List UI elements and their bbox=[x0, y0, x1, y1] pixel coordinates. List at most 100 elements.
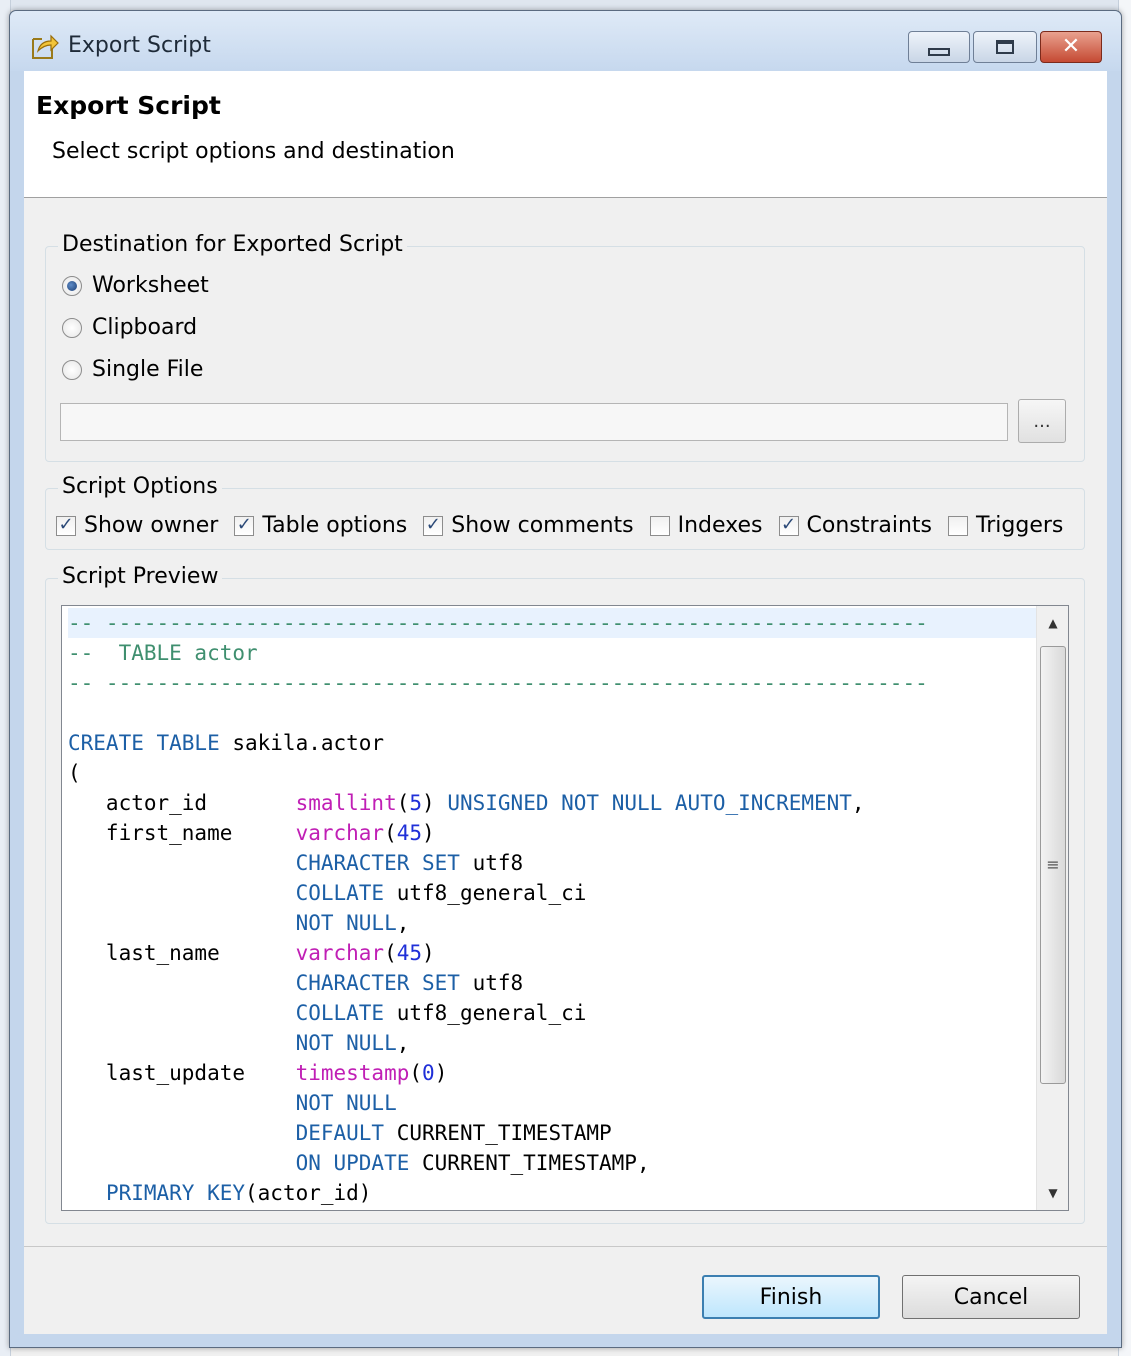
radio-single-file[interactable]: Single File bbox=[62, 357, 203, 382]
radio-label: Worksheet bbox=[92, 273, 209, 298]
code-line: -- TABLE actor bbox=[68, 638, 1036, 668]
destination-group: Destination for Exported Script Workshee… bbox=[45, 232, 1085, 462]
checkbox-show-owner[interactable]: ✓ Show owner bbox=[56, 513, 218, 538]
page-subtitle: Select script options and destination bbox=[52, 139, 455, 164]
checkbox-table-options[interactable]: ✓ Table options bbox=[234, 513, 407, 538]
code-token: CURRENT_TIMESTAMP bbox=[384, 1121, 612, 1145]
checkbox-indexes[interactable]: Indexes bbox=[649, 513, 763, 538]
file-path-field[interactable] bbox=[60, 403, 1008, 441]
checkbox-label: Table options bbox=[262, 513, 408, 538]
vertical-scrollbar[interactable]: ▲ ≡ ▼ bbox=[1036, 606, 1068, 1210]
code-token: ( bbox=[68, 761, 81, 785]
scrollbar-thumb[interactable]: ≡ bbox=[1040, 646, 1066, 1084]
checkbox[interactable]: ✓ bbox=[778, 515, 799, 536]
code-token: 5 bbox=[409, 791, 423, 815]
minimize-button[interactable] bbox=[908, 31, 970, 63]
code-token: ) bbox=[422, 821, 435, 845]
check-icon: ✓ bbox=[236, 513, 252, 535]
checkbox[interactable] bbox=[948, 515, 969, 536]
code-token: -- TABLE actor bbox=[68, 641, 258, 665]
code-token: 0 bbox=[422, 1061, 435, 1085]
checkbox-show-comments[interactable]: ✓ Show comments bbox=[423, 513, 634, 538]
code-text[interactable]: -- -------------------------------------… bbox=[68, 608, 1036, 1208]
dialog-content: Destination for Exported Script Workshee… bbox=[24, 198, 1107, 1334]
code-token: , bbox=[396, 1031, 410, 1055]
code-token: utf8 bbox=[459, 851, 524, 875]
code-token: (actor_id) bbox=[245, 1181, 372, 1205]
code-line: NOT NULL, bbox=[68, 908, 1036, 938]
code-line: DEFAULT CURRENT_TIMESTAMP bbox=[68, 1118, 1036, 1148]
code-token: COLLATE bbox=[295, 1001, 385, 1025]
code-token: last_name bbox=[68, 941, 296, 965]
checkbox-constraints[interactable]: ✓ Constraints bbox=[778, 513, 933, 538]
checkbox[interactable]: ✓ bbox=[423, 513, 444, 536]
code-token: NOT NULL bbox=[295, 1091, 397, 1115]
checkbox[interactable]: ✓ bbox=[56, 513, 76, 536]
code-token: utf8 bbox=[459, 971, 524, 995]
radio-worksheet[interactable]: Worksheet bbox=[62, 273, 209, 298]
radio-label: Clipboard bbox=[92, 315, 198, 340]
code-token: DEFAULT bbox=[295, 1121, 385, 1145]
checkbox[interactable] bbox=[649, 515, 670, 536]
code-token: NOT NULL bbox=[295, 911, 397, 935]
checkbox-label: Constraints bbox=[806, 513, 933, 538]
code-token: ON UPDATE bbox=[295, 1151, 410, 1175]
page-title: Export Script bbox=[36, 91, 221, 120]
script-preview-legend: Script Preview bbox=[58, 564, 223, 589]
checkbox-label: Show owner bbox=[84, 513, 219, 538]
code-line: ON UPDATE CURRENT_TIMESTAMP, bbox=[68, 1148, 1036, 1178]
code-line: last_update timestamp(0) bbox=[68, 1058, 1036, 1088]
scroll-down-icon[interactable]: ▼ bbox=[1037, 1178, 1068, 1208]
code-token: CHARACTER SET bbox=[295, 971, 460, 995]
code-token: sakila.actor bbox=[219, 731, 385, 755]
code-line: PRIMARY KEY(actor_id) bbox=[68, 1178, 1036, 1208]
close-icon: ✕ bbox=[1061, 34, 1081, 59]
code-token: ( bbox=[409, 1061, 423, 1085]
code-line: ( bbox=[68, 758, 1036, 788]
code-token: first_name bbox=[68, 821, 296, 845]
radio-button[interactable] bbox=[62, 359, 82, 380]
script-options-group: Script Options ✓ Show owner ✓ Table opti… bbox=[45, 474, 1085, 550]
code-token: , bbox=[851, 791, 865, 815]
code-line: NOT NULL bbox=[68, 1088, 1036, 1118]
close-button[interactable]: ✕ bbox=[1040, 31, 1102, 63]
script-options-row: ✓ Show owner ✓ Table options ✓ Show comm… bbox=[56, 513, 1079, 538]
maximize-button[interactable] bbox=[973, 31, 1037, 63]
code-token: ) bbox=[422, 941, 435, 965]
script-preview-editor[interactable]: -- -------------------------------------… bbox=[61, 605, 1069, 1211]
radio-button[interactable] bbox=[62, 317, 82, 338]
finish-button[interactable]: Finish bbox=[702, 1275, 880, 1319]
code-line: CHARACTER SET utf8 bbox=[68, 968, 1036, 998]
code-token: utf8_general_ci bbox=[384, 1001, 587, 1025]
code-token: PRIMARY KEY bbox=[105, 1181, 246, 1205]
checkbox-label: Show comments bbox=[451, 513, 634, 538]
check-icon: ✓ bbox=[58, 513, 74, 535]
destination-legend: Destination for Exported Script bbox=[58, 232, 407, 257]
code-token: -- -------------------------------------… bbox=[68, 671, 928, 695]
code-line: -- -------------------------------------… bbox=[68, 608, 1036, 638]
code-token: -- -------------------------------------… bbox=[68, 611, 928, 635]
code-token: , bbox=[396, 911, 410, 935]
scroll-up-icon[interactable]: ▲ bbox=[1037, 608, 1068, 638]
radio-button[interactable] bbox=[62, 275, 82, 296]
browse-button[interactable]: ... bbox=[1018, 399, 1066, 443]
check-icon: ✓ bbox=[425, 513, 441, 535]
checkbox[interactable]: ✓ bbox=[234, 513, 255, 536]
script-options-legend: Script Options bbox=[58, 474, 222, 499]
code-token: 45 bbox=[396, 821, 423, 845]
cancel-button[interactable]: Cancel bbox=[902, 1275, 1080, 1319]
code-token: 45 bbox=[396, 941, 423, 965]
checkbox-triggers[interactable]: Triggers bbox=[948, 513, 1063, 538]
code-token: last_update bbox=[68, 1061, 296, 1085]
radio-clipboard[interactable]: Clipboard bbox=[62, 315, 197, 340]
script-preview-group: Script Preview -- ----------------------… bbox=[45, 564, 1085, 1224]
code-token: varchar bbox=[295, 821, 385, 845]
code-token: ( bbox=[384, 941, 397, 965]
title-bar[interactable]: Export Script ✕ bbox=[10, 11, 1121, 71]
